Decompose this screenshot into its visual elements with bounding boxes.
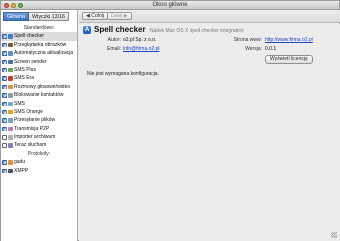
plugin-icon	[8, 101, 13, 107]
plugin-label: SMS Orange	[14, 108, 43, 115]
plugin-checkbox[interactable]	[2, 118, 7, 123]
homepage-label: Strona www:	[233, 37, 262, 43]
plugin-label: Teraz słucham	[14, 142, 47, 149]
author-label: Autor:	[107, 37, 121, 43]
email-label: Email:	[107, 46, 121, 52]
plugin-checkbox[interactable]	[2, 51, 7, 56]
plugin-label: Spell checker	[14, 33, 45, 40]
plugin-label: Przesyłanie plików	[14, 117, 56, 124]
plugin-label: XMPP	[14, 167, 29, 174]
plugin-icon	[8, 67, 13, 73]
plugin-label: SMS Era	[14, 75, 35, 82]
main-window: Okno główne Główna Wtyczki 13/16 Standar…	[0, 0, 340, 241]
plugin-label: gadu	[14, 159, 26, 166]
plugin-checkbox[interactable]	[2, 126, 7, 132]
plugin-checkbox[interactable]	[2, 168, 7, 174]
plugin-checkbox[interactable]	[2, 93, 7, 98]
plugin-label: Automatyczna aktualizacja	[14, 50, 74, 57]
plugin-checkbox[interactable]	[2, 143, 7, 148]
version-value: 0.0.1	[265, 46, 277, 52]
plugin-checkbox[interactable]	[2, 109, 7, 115]
plugin-label: Importer archiwum	[14, 134, 56, 141]
protocol-list-item[interactable]: gadu	[1, 158, 77, 166]
plugin-icon	[8, 59, 13, 65]
plugin-icon	[8, 126, 13, 132]
plugin-icon	[8, 34, 13, 39]
plugin-label: SMS	[14, 100, 25, 107]
plugin-list-item[interactable]: Automatyczna aktualizacja	[1, 49, 77, 57]
plugin-list-item[interactable]: Spell checker	[1, 32, 77, 41]
plugin-list-item[interactable]: SMS Plus	[1, 66, 77, 74]
no-config-text: Nie jest wymagana konfiguracja.	[87, 71, 159, 77]
plugin-icon	[8, 135, 13, 140]
show-license-button[interactable]: Wyświetl licencję	[265, 55, 313, 64]
plugin-icon	[8, 143, 13, 148]
plugin-icon	[8, 42, 13, 48]
plugin-icon	[8, 51, 13, 56]
plugin-list-item[interactable]: Rozmowy głosowe/wideo	[1, 83, 77, 91]
plugin-icon	[8, 168, 13, 174]
plugin-list-item[interactable]: Screen sender	[1, 58, 77, 66]
plugin-icon	[8, 118, 13, 123]
plugin-checkbox[interactable]	[2, 135, 7, 140]
sidebar-tabs: Główna Wtyczki 13/16	[3, 12, 69, 21]
plugin-list-item[interactable]: Przesyłanie plików	[1, 116, 77, 124]
plugin-icon	[8, 160, 13, 165]
spell-checker-icon: A	[83, 26, 91, 34]
homepage-link[interactable]: http://www.firma.o2.pl	[265, 37, 313, 43]
resize-grip[interactable]	[331, 232, 337, 238]
plugin-label: Rozmowy głosowe/wideo	[14, 83, 71, 90]
plugin-label: Screen sender	[14, 58, 47, 65]
plugin-name: Spell checker	[94, 25, 146, 34]
tab-plugins[interactable]: Wtyczki 13/16	[28, 12, 69, 21]
toolbar: ◀ Cofnij Dalej ▶	[79, 10, 340, 23]
plugin-icon	[8, 109, 13, 115]
plugin-list-item[interactable]: Transmisja P2P	[1, 125, 77, 133]
back-button[interactable]: ◀ Cofnij	[82, 12, 109, 20]
plugin-description: Native Mac OS X spell checker integratio…	[150, 28, 244, 34]
plugin-label: Przeglądarka obrazków	[14, 41, 67, 48]
plugin-list-item[interactable]: Teraz słucham	[1, 141, 77, 149]
tab-main[interactable]: Główna	[3, 12, 29, 21]
plugin-list-item[interactable]: SMS Orange	[1, 108, 77, 116]
plugin-checkbox[interactable]	[2, 160, 7, 165]
plugin-list-item[interactable]: SMS Era	[1, 74, 77, 82]
plugin-label: SMS Plus	[14, 66, 36, 73]
author-value: o2.pl Sp. z o.o.	[123, 37, 157, 43]
plugin-checkbox[interactable]	[2, 34, 7, 39]
sidebar: Główna Wtyczki 13/16 Standardowe: Spell c…	[1, 10, 78, 241]
plugin-list-item[interactable]: Blokowanie kontaktów	[1, 91, 77, 99]
plugin-details: A Spell checker Native Mac OS X spell ch…	[79, 24, 340, 241]
plugin-checkbox[interactable]	[2, 101, 7, 107]
group-header-protocols: Protokoły:	[27, 150, 51, 157]
plugin-list: Standardowe: Spell checker Przeglądarka ob…	[1, 24, 77, 175]
forward-button[interactable]: Dalej ▶	[107, 12, 132, 20]
plugin-list-item[interactable]: Przeglądarka obrazków	[1, 41, 77, 49]
window-title: Okno główne	[152, 2, 188, 8]
plugin-checkbox[interactable]	[2, 67, 7, 73]
plugin-icon	[8, 76, 13, 81]
plugin-list-item[interactable]: Importer archiwum	[1, 133, 77, 141]
plugin-icon	[8, 93, 13, 98]
plugin-list-item[interactable]: SMS	[1, 100, 77, 108]
plugin-checkbox[interactable]	[2, 42, 7, 48]
plugin-label: Blokowanie kontaktów	[14, 92, 64, 99]
plugin-checkbox[interactable]	[2, 76, 7, 81]
email-link[interactable]: info@firma.o2.pl	[123, 46, 159, 52]
title-bar: Okno główne	[1, 1, 339, 10]
group-header-standard: Standardowe:	[23, 25, 55, 31]
version-label: Wersja:	[245, 46, 262, 52]
plugin-icon	[8, 84, 13, 90]
protocol-list-item[interactable]: XMPP	[1, 167, 77, 175]
plugin-checkbox[interactable]	[2, 59, 7, 65]
plugin-label: Transmisja P2P	[14, 125, 50, 132]
plugin-checkbox[interactable]	[2, 84, 7, 90]
